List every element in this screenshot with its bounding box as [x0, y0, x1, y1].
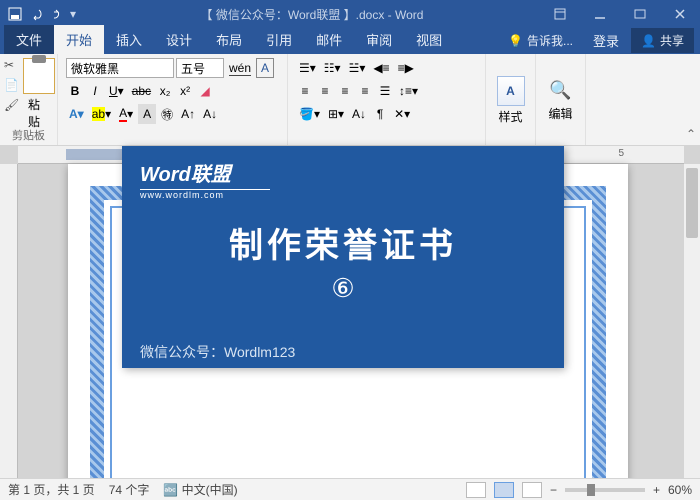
maximize-icon[interactable]: [620, 0, 660, 28]
cut-icon[interactable]: ✂: [4, 58, 20, 74]
clear-format-icon[interactable]: ◢: [196, 81, 214, 101]
scroll-thumb[interactable]: [686, 168, 698, 238]
paste-icon: [23, 58, 55, 94]
copy-icon[interactable]: 📄: [4, 78, 20, 94]
overlay-logo: Word联盟: [140, 158, 546, 187]
phonetic-guide-icon[interactable]: wén: [226, 58, 254, 78]
view-print-icon[interactable]: [494, 482, 514, 498]
status-lang[interactable]: 🔤 中文(中国): [163, 481, 237, 498]
group-clipboard: ✂ 📄 🖌 粘贴 剪贴板: [0, 54, 58, 145]
tab-insert[interactable]: 插入: [104, 25, 154, 54]
qat-more-icon[interactable]: ▾: [70, 7, 76, 21]
overlay-url: www.wordlm.com: [140, 190, 546, 200]
titlebar: ▾ 【 微信公众号：Word联盟 】.docx - Word: [0, 0, 700, 28]
status-page[interactable]: 第 1 页，共 1 页: [8, 481, 95, 498]
text-effects-icon[interactable]: A▾: [66, 104, 87, 124]
zoom-thumb[interactable]: [587, 484, 595, 496]
italic-button[interactable]: I: [86, 81, 104, 101]
tab-file[interactable]: 文件: [4, 25, 54, 54]
splash-overlay: Word联盟 www.wordlm.com 制作荣誉证书 ⑥ 微信公众号：Wor…: [122, 146, 564, 368]
underline-button[interactable]: U ▾: [106, 81, 127, 101]
align-right-icon[interactable]: ≡: [336, 81, 354, 101]
bulb-icon: 💡: [508, 34, 523, 48]
zoom-out-icon[interactable]: −: [550, 483, 557, 497]
login-button[interactable]: 登录: [585, 27, 627, 54]
distribute-icon[interactable]: ☰: [376, 81, 394, 101]
share-button[interactable]: 👤共享: [631, 28, 694, 53]
shrink-font-icon[interactable]: A↓: [200, 104, 220, 124]
highlight-icon[interactable]: ab▾: [89, 104, 114, 124]
shading-icon[interactable]: 🪣▾: [296, 104, 323, 124]
numbering-icon[interactable]: ☷▾: [321, 58, 344, 78]
tab-view[interactable]: 视图: [404, 25, 454, 54]
group-paragraph: ☰▾ ☷▾ ☱▾ ◀≡ ≡▶ ≡ ≡ ≡ ≡ ☰ ↕≡▾ 🪣▾ ⊞▾ A↓ ¶ …: [288, 54, 486, 145]
ruler-vertical[interactable]: [0, 164, 18, 478]
superscript-button[interactable]: x²: [176, 81, 194, 101]
tab-review[interactable]: 审阅: [354, 25, 404, 54]
close-icon[interactable]: [660, 0, 700, 28]
window-buttons: [540, 0, 700, 28]
strikethrough-button[interactable]: abc: [129, 81, 154, 101]
redo-icon[interactable]: [52, 7, 62, 21]
tab-layout[interactable]: 布局: [204, 25, 254, 54]
snap-grid-icon[interactable]: ✕▾: [391, 104, 413, 124]
borders-icon[interactable]: ⊞▾: [325, 104, 347, 124]
line-spacing-icon[interactable]: ↕≡▾: [396, 81, 421, 101]
scrollbar-vertical[interactable]: [684, 164, 700, 478]
window-title: 【 微信公众号：Word联盟 】.docx - Word: [84, 6, 540, 23]
tab-home[interactable]: 开始: [54, 25, 104, 54]
minimize-icon[interactable]: [580, 0, 620, 28]
zoom-level[interactable]: 60%: [668, 483, 692, 497]
save-icon[interactable]: [8, 7, 22, 21]
char-border-icon[interactable]: A: [256, 58, 274, 78]
format-painter-icon[interactable]: 🖌: [4, 98, 20, 114]
group-editing: 🔍 编辑: [536, 54, 586, 145]
tab-design[interactable]: 设计: [154, 25, 204, 54]
overlay-number: ⑥: [140, 273, 546, 304]
styles-icon[interactable]: A: [497, 76, 525, 106]
paste-button[interactable]: 粘贴: [28, 58, 49, 130]
status-words[interactable]: 74 个字: [109, 481, 150, 498]
view-web-icon[interactable]: [522, 482, 542, 498]
bullets-icon[interactable]: ☰▾: [296, 58, 319, 78]
quick-access-toolbar: ▾: [0, 7, 84, 21]
font-name-combo[interactable]: 微软雅黑: [66, 58, 174, 78]
tab-references[interactable]: 引用: [254, 25, 304, 54]
increase-indent-icon[interactable]: ≡▶: [395, 58, 417, 78]
bold-button[interactable]: B: [66, 81, 84, 101]
zoom-in-icon[interactable]: +: [653, 483, 660, 497]
char-shading-icon[interactable]: A: [138, 104, 156, 124]
sort-icon[interactable]: A↓: [349, 104, 369, 124]
ribbon-options-icon[interactable]: [540, 0, 580, 28]
font-size-combo[interactable]: 五号: [176, 58, 224, 78]
tell-me[interactable]: 💡告诉我...: [500, 28, 581, 53]
editing-label[interactable]: 编辑: [548, 105, 572, 122]
collapse-ribbon-icon[interactable]: ⌃: [686, 127, 696, 141]
multilevel-icon[interactable]: ☱▾: [346, 58, 369, 78]
grow-font-icon[interactable]: A↑: [178, 104, 198, 124]
group-font: 微软雅黑 五号 wén A B I U ▾ abc x₂ x² ◢ A▾ ab▾…: [58, 54, 288, 145]
styles-label[interactable]: 样式: [498, 108, 522, 125]
align-center-icon[interactable]: ≡: [316, 81, 334, 101]
find-icon[interactable]: 🔍: [549, 80, 571, 101]
group-styles: A 样式: [486, 54, 536, 145]
decrease-indent-icon[interactable]: ◀≡: [370, 58, 392, 78]
overlay-subtitle: 微信公众号：Wordlm123: [140, 342, 546, 362]
ribbon-tabs: 文件 开始 插入 设计 布局 引用 邮件 审阅 视图 💡告诉我... 登录 👤共…: [0, 28, 700, 54]
ribbon: ✂ 📄 🖌 粘贴 剪贴板 微软雅黑 五号 wén A B I U ▾ abc x…: [0, 54, 700, 146]
zoom-slider[interactable]: [565, 488, 645, 492]
justify-icon[interactable]: ≡: [356, 81, 374, 101]
subscript-button[interactable]: x₂: [156, 81, 174, 101]
undo-icon[interactable]: [30, 7, 44, 21]
align-left-icon[interactable]: ≡: [296, 81, 314, 101]
show-marks-icon[interactable]: ¶: [371, 104, 389, 124]
overlay-title: 制作荣誉证书: [140, 218, 546, 267]
enclose-char-icon[interactable]: ㊕: [158, 104, 176, 124]
group-label-clipboard: 剪贴板: [0, 127, 57, 143]
statusbar: 第 1 页，共 1 页 74 个字 🔤 中文(中国) − + 60%: [0, 478, 700, 500]
share-icon: 👤: [641, 34, 656, 48]
view-read-icon[interactable]: [466, 482, 486, 498]
font-color-icon[interactable]: A▾: [116, 104, 136, 124]
tab-mailings[interactable]: 邮件: [304, 25, 354, 54]
